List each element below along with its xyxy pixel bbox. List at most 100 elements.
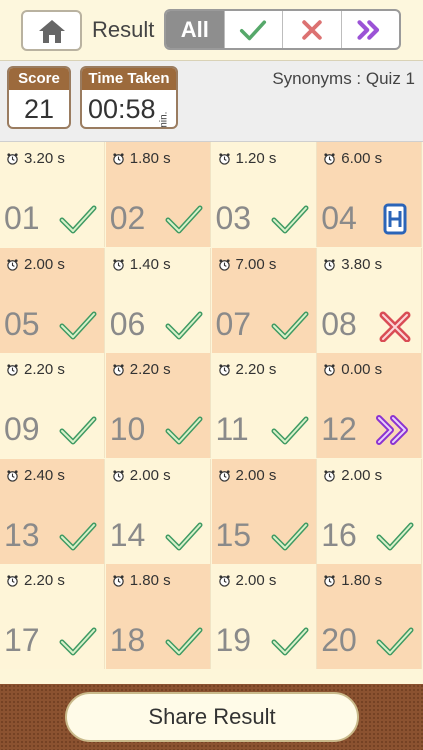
question-time-value: 3.80 s [341,255,383,273]
clock-icon [218,364,230,376]
filter-skipped-tab[interactable] [340,11,400,48]
question-time: 2.00 s [323,467,382,484]
question-cell[interactable]: 3.20 s 01 [0,142,105,247]
question-cell[interactable]: 7.00 s 07 [211,247,317,353]
check-icon [59,627,97,656]
share-result-button[interactable]: Share Result [65,692,359,742]
score-label: Score [9,68,69,90]
question-cell[interactable]: 1.20 s 03 [211,142,317,247]
clock-icon [7,153,18,165]
question-cell[interactable]: 0.00 s 12 [317,353,423,458]
question-grid: 3.20 s 01 1.80 s 02 1.20 s 03 6.00 s 04 2.00 s 05… [0,142,423,684]
check-icon [59,311,97,339]
clock-icon [113,364,124,376]
question-time-value: 1.20 s [235,150,277,167]
question-cell[interactable]: 1.40 s 06 [105,247,211,353]
question-time: 1.20 s [218,150,277,167]
top-bar: Result All [0,0,423,61]
question-cell[interactable]: 1.80 s 20 [317,564,423,669]
clock-icon [113,153,124,165]
question-time: 1.80 s [112,572,171,589]
time-badge: Time Taken 00:58 min. [80,66,178,129]
question-time-value: 0.00 s [341,361,383,378]
question-number: 16 [321,516,357,553]
clock-icon [7,258,18,271]
question-cell[interactable]: 2.40 s 13 [0,458,105,564]
question-number: 06 [109,305,146,342]
question-time-value: 2.20 s [24,572,65,589]
question-time-value: 2.20 s [235,361,277,378]
check-icon [59,416,97,445]
question-cell[interactable]: 2.00 s 15 [211,458,317,564]
question-cell[interactable]: 2.00 s 16 [317,458,423,564]
question-time-value: 2.00 s [341,466,383,484]
question-number: 08 [321,305,357,342]
question-time: 2.20 s [218,361,277,378]
question-cell[interactable]: 1.80 s 02 [105,142,211,247]
check-icon [271,522,308,550]
question-time-value: 2.00 s [235,466,277,484]
clock-icon [324,258,335,271]
check-icon [59,205,97,234]
clock-icon [113,469,124,482]
clock-icon [218,469,230,482]
check-icon [59,522,97,550]
question-time: 3.20 s [6,150,65,167]
question-number: 03 [215,200,252,236]
question-cell[interactable]: 2.00 s 05 [0,247,105,353]
question-time: 2.20 s [6,572,65,589]
cross-icon [379,311,411,342]
clock-icon [324,364,335,376]
question-time-value: 1.80 s [341,572,383,589]
question-time-value: 1.80 s [129,150,171,167]
home-button[interactable] [21,10,82,51]
clock-icon [218,575,230,587]
question-time: 0.00 s [323,361,382,378]
question-time-value: 3.20 s [24,150,65,167]
clock-icon [113,575,124,587]
question-time-value: 2.00 s [129,466,171,484]
question-time: 7.00 s [218,255,277,273]
question-time: 2.00 s [218,466,277,484]
question-time: 2.20 s [6,361,65,378]
question-number: 15 [215,516,252,553]
filter-wrong-tab[interactable] [282,11,341,48]
check-icon [271,311,308,339]
question-number: 17 [4,622,40,658]
filter-all-tab[interactable]: All [166,11,224,48]
question-number: 01 [4,200,40,236]
filter-correct-tab[interactable] [223,11,283,48]
question-time-value: 2.00 s [235,572,277,589]
home-icon [38,19,65,43]
question-cell[interactable]: 1.80 s 18 [105,564,211,669]
check-icon [271,205,308,234]
question-cell[interactable]: 2.00 s 14 [105,458,211,564]
question-cell[interactable]: 2.20 s 11 [211,353,317,458]
check-icon [165,416,203,445]
question-time: 1.40 s [112,256,171,273]
clock-icon [218,153,230,165]
question-cell[interactable]: 2.20 s 17 [0,564,105,669]
clock-icon [7,364,18,376]
question-cell[interactable]: 2.00 s 19 [211,564,317,669]
question-cell[interactable]: 2.20 s 10 [105,353,211,458]
check-icon [240,19,267,40]
question-number: 04 [321,200,357,236]
score-value: 21 [23,94,55,124]
question-number: 20 [321,622,357,658]
clock-icon [324,575,335,587]
question-cell[interactable]: 2.20 s 09 [0,353,105,458]
question-time: 2.00 s [6,256,65,273]
clock-icon [324,469,335,482]
question-cell[interactable]: 6.00 s 04 [317,142,423,247]
question-cell[interactable]: 3.80 s 08 [317,247,423,353]
skip-icon [357,19,380,40]
question-time-value: 7.00 s [235,255,277,273]
clock-icon [218,258,230,271]
question-time-value: 2.20 s [24,361,65,378]
check-icon [165,311,203,339]
question-number: 02 [109,200,146,236]
question-number: 13 [4,516,40,553]
clock-icon [7,575,18,587]
question-number: 12 [321,411,357,447]
